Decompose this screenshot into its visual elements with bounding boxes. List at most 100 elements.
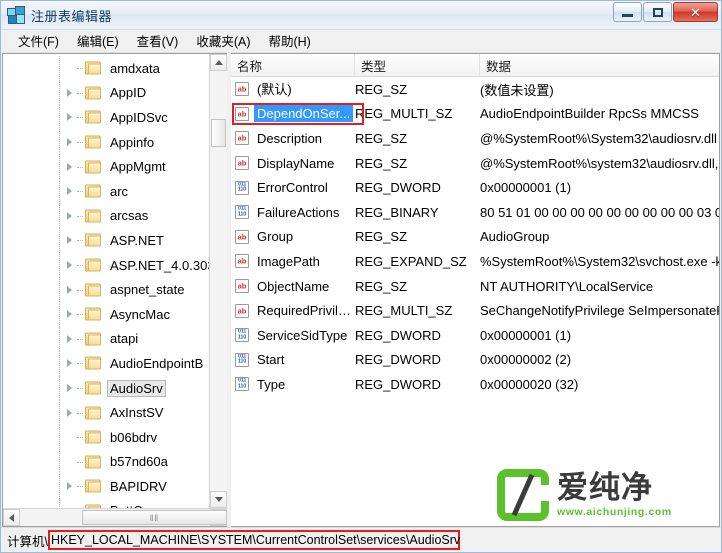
tree-item-appinfo[interactable]: Appinfo: [3, 129, 209, 155]
tree-item-arcsas[interactable]: arcsas: [3, 203, 209, 229]
table-row[interactable]: ab DependOnSer... REG_MULTI_SZ AudioEndpoin…: [231, 102, 719, 127]
tree-hscroll-thumb[interactable]: ‖‖: [82, 510, 227, 525]
expand-triangle-icon[interactable]: [67, 138, 72, 147]
value-name-cell: ab RequiredPrivile...: [231, 302, 355, 319]
table-row[interactable]: 011 110 FailureActions REG_BINARY 80 51 01 0…: [231, 200, 719, 225]
menu-item-help[interactable]: 帮助(H): [259, 29, 319, 53]
scroll-left-button[interactable]: [3, 509, 20, 526]
expand-triangle-icon[interactable]: [67, 211, 72, 220]
tree-item-audioendpointb[interactable]: AudioEndpointB: [3, 351, 209, 376]
folder-icon: [85, 356, 101, 370]
registry-tree[interactable]: amdxata AppID AppIDSvc Appinfo AppMgmt arc arc…: [3, 54, 209, 508]
value-name-cell: 011 110 Type: [231, 376, 355, 393]
title-bar: 注册表编辑器 ✕: [1, 1, 721, 30]
tree-item-battc[interactable]: BattC: [3, 498, 209, 508]
expand-triangle-icon[interactable]: [67, 261, 72, 270]
expand-triangle-icon[interactable]: [67, 310, 72, 319]
column-header-name[interactable]: 名称: [231, 54, 355, 76]
table-row[interactable]: ab DisplayName REG_SZ @%SystemRoot%\system3…: [231, 151, 719, 176]
expand-triangle-icon[interactable]: [67, 384, 72, 393]
chevron-left-icon: [9, 513, 14, 522]
table-row[interactable]: ab ImagePath REG_EXPAND_SZ %SystemRoot%\Sys…: [231, 249, 719, 274]
registry-values-list[interactable]: ab (默认) REG_SZ (数值未设置) ab DependOnSer... REG_M…: [231, 77, 719, 526]
tree-horizontal-scrollbar[interactable]: ‖‖: [3, 508, 227, 526]
expand-triangle-icon[interactable]: [67, 187, 72, 196]
folder-icon: [85, 160, 101, 174]
expand-triangle-icon[interactable]: [67, 408, 72, 417]
tree-vertical-scrollbar[interactable]: [209, 54, 227, 508]
column-header-type[interactable]: 类型: [355, 54, 480, 76]
menu-item-favorites[interactable]: 收藏夹(A): [187, 29, 259, 53]
close-button[interactable]: ✕: [673, 2, 718, 22]
column-header-data[interactable]: 数据: [480, 54, 719, 76]
tree-item-audiosrv[interactable]: AudioSrv: [3, 375, 209, 401]
tree-item-label: arcsas: [110, 208, 149, 224]
tree-item-label: ASP.NET: [110, 232, 164, 248]
tree-item-amdxata[interactable]: amdxata: [3, 56, 209, 81]
tree-item-appidsvc[interactable]: AppIDSvc: [3, 105, 209, 130]
folder-icon: [85, 479, 101, 493]
expand-triangle-icon[interactable]: [67, 334, 72, 343]
chevron-down-icon: [214, 497, 223, 502]
table-row[interactable]: 011 110 Start REG_DWORD 0x00000002 (2): [231, 348, 719, 373]
tree-item-atapi[interactable]: atapi: [3, 326, 209, 352]
expand-triangle-icon[interactable]: [67, 162, 72, 171]
tree-item-axinstsv[interactable]: AxInstSV: [3, 400, 209, 425]
table-row[interactable]: ab (默认) REG_SZ (数值未设置): [231, 77, 719, 102]
folder-icon: [85, 258, 101, 272]
table-row[interactable]: 011 110 ServiceSidType REG_DWORD 0x00000001 …: [231, 323, 719, 348]
tree-item-b06bdrv[interactable]: b06bdrv: [3, 424, 209, 450]
tree-item-label: b57nd60a: [110, 454, 168, 470]
string-value-icon: ab: [235, 303, 249, 318]
tree-item-appid[interactable]: AppID: [3, 80, 209, 106]
tree-connector-line: [77, 92, 83, 95]
string-value-icon: ab: [235, 279, 249, 294]
tree-guide-line: [59, 178, 61, 204]
tree-guide-line: [59, 474, 61, 499]
tree-hscroll-track[interactable]: ‖‖: [20, 509, 227, 526]
tree-item-appmgmt[interactable]: AppMgmt: [3, 154, 209, 179]
tree-connector-line: [77, 461, 83, 464]
scroll-down-button[interactable]: [210, 491, 227, 508]
tree-connector-line: [77, 117, 83, 119]
tree-connector-line: [77, 388, 83, 390]
menu-item-edit[interactable]: 编辑(E): [68, 29, 128, 53]
tree-scroll-track[interactable]: [210, 71, 227, 491]
table-row[interactable]: ab RequiredPrivile... REG_MULTI_SZ SeChange…: [231, 298, 719, 323]
value-name-label: RequiredPrivile...: [257, 303, 355, 319]
folder-icon: [85, 406, 101, 420]
table-row[interactable]: 011 110 Type REG_DWORD 0x00000020 (32): [231, 372, 719, 397]
scroll-up-button[interactable]: [210, 54, 227, 71]
table-row[interactable]: 011 110 ErrorControl REG_DWORD 0x00000001 (1…: [231, 175, 719, 200]
expand-triangle-icon[interactable]: [67, 236, 72, 245]
value-name-label: Type: [257, 376, 286, 392]
maximize-button[interactable]: [643, 2, 672, 22]
table-row[interactable]: ab Description REG_SZ @%SystemRoot%\System3…: [231, 126, 719, 151]
value-type-cell: REG_MULTI_SZ: [355, 106, 453, 122]
expand-triangle-icon[interactable]: [67, 359, 72, 368]
minimize-button[interactable]: [613, 2, 642, 22]
tree-scroll-thumb[interactable]: [211, 119, 226, 147]
menu-item-file[interactable]: 文件(F): [9, 29, 68, 53]
tree-item-b57nd60a[interactable]: b57nd60a: [3, 449, 209, 475]
tree-item-arc[interactable]: arc: [3, 178, 209, 204]
value-name-label: Description: [257, 130, 323, 146]
expand-triangle-icon[interactable]: [67, 113, 72, 122]
table-row[interactable]: ab ObjectName REG_SZ NT AUTHORITY\LocalServ…: [231, 274, 719, 299]
expand-triangle-icon[interactable]: [67, 482, 72, 491]
folder-icon: [85, 283, 101, 297]
tree-item-asp-net[interactable]: ASP.NET: [3, 228, 209, 253]
string-value-icon: ab: [235, 106, 249, 121]
tree-item-aspnet-state[interactable]: aspnet_state: [3, 277, 209, 302]
window-title: 注册表编辑器: [31, 8, 113, 24]
menu-item-view[interactable]: 查看(V): [128, 29, 188, 53]
tree-connector-line: [77, 142, 83, 144]
tree-item-asp-net-4-0-303[interactable]: ASP.NET_4.0.303: [3, 252, 209, 278]
expand-triangle-icon[interactable]: [67, 88, 72, 97]
tree-connector-line: [77, 240, 83, 242]
tree-item-asyncmac[interactable]: AsyncMac: [3, 301, 209, 327]
tree-item-bapidrv[interactable]: BAPIDRV: [3, 474, 209, 499]
value-name-cell: ab DependOnSer...: [231, 105, 355, 123]
expand-triangle-icon[interactable]: [67, 285, 72, 294]
table-row[interactable]: ab Group REG_SZ AudioGroup: [231, 225, 719, 250]
